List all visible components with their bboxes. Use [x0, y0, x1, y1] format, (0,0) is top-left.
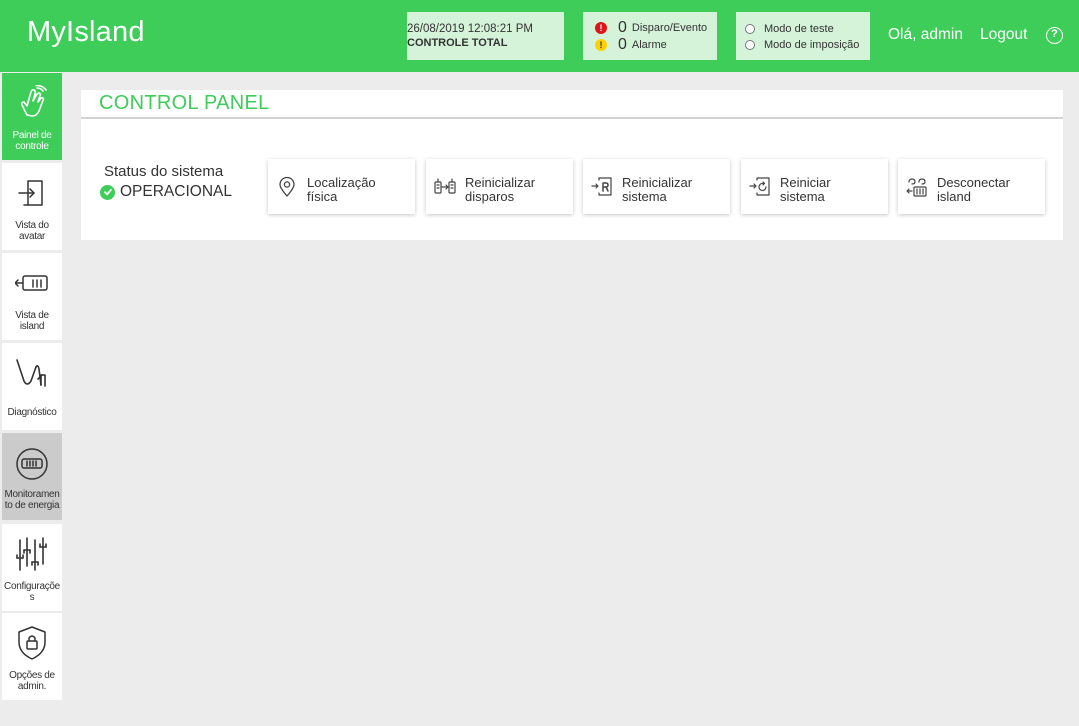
- top-header: MyIsland 26/08/2019 12:08:21 PM CONTROLE…: [0, 0, 1079, 72]
- test-mode-label: Modo de teste: [764, 23, 834, 35]
- alarm-label: Alarme: [631, 39, 667, 51]
- control-mode: CONTROLE TOTAL: [407, 37, 508, 49]
- trip-event-label: Disparo/Evento: [631, 22, 708, 34]
- sidebar-label-line1: Monitoramen: [4, 489, 60, 500]
- disconnect-island-button[interactable]: Desconectar island: [898, 159, 1045, 214]
- test-mode-radio[interactable]: [745, 24, 755, 34]
- force-mode-label: Modo de imposição: [764, 39, 860, 51]
- title-divider: [81, 117, 1063, 119]
- action-label: Reinicializar disparos: [465, 176, 569, 204]
- user-greeting: Olá, admin: [888, 26, 963, 43]
- alarm-row[interactable]: ! 0 Alarme: [595, 36, 667, 53]
- system-status-value: OPERACIONAL: [120, 183, 232, 200]
- action-label-line1: Reinicializar: [465, 175, 536, 190]
- action-label: Localização física: [307, 176, 411, 204]
- logout-link[interactable]: Logout: [980, 26, 1027, 44]
- sidebar-item-settings[interactable]: Configuraçõe s: [2, 524, 62, 611]
- sidebar-item-island-view[interactable]: Vista de island: [2, 253, 62, 340]
- sidebar-label-line1: Vista do: [15, 220, 49, 231]
- exclamation-red-icon: !: [595, 22, 607, 34]
- sidebar-label-line2: admin.: [17, 681, 47, 692]
- modes-box: Modo de teste Modo de imposição: [736, 12, 870, 60]
- location-pin-icon: [276, 176, 298, 198]
- sidebar-item-diagnostics[interactable]: Diagnóstico: [2, 343, 62, 430]
- action-label-line2: disparos: [465, 189, 515, 204]
- control-panel: CONTROL PANEL Status do sistema OPERACIO…: [81, 90, 1063, 240]
- events-box[interactable]: ! 0 Disparo/Evento ! 0 Alarme: [583, 12, 717, 60]
- sidebar-label-line1: Configuraçõe: [4, 581, 60, 592]
- current-datetime: 26/08/2019 12:08:21 PM: [407, 23, 533, 35]
- reset-system-button[interactable]: Reinicializar sistema: [583, 159, 730, 214]
- action-label-line2: sistema: [780, 189, 825, 204]
- stethoscope-icon: [15, 355, 49, 391]
- sidebar-label-line1: Diagnóstico: [7, 407, 57, 418]
- reset-trips-button[interactable]: Reinicializar disparos: [426, 159, 573, 214]
- check-circle-icon: [100, 184, 115, 200]
- shield-lock-icon: [15, 625, 49, 661]
- trip-event-row[interactable]: ! 0 Disparo/Evento: [595, 19, 708, 36]
- app-title: MyIsland: [27, 16, 145, 48]
- exclamation-yellow-icon: !: [595, 39, 607, 51]
- action-label: Desconectar island: [937, 176, 1041, 204]
- help-icon[interactable]: ?: [1046, 27, 1063, 44]
- sidebar-label-line1: Painel de: [12, 130, 52, 141]
- action-label-line2: física: [307, 189, 338, 204]
- sidebar-label-line2: s: [29, 592, 35, 603]
- sidebar-item-avatar-view[interactable]: Vista do avatar: [2, 163, 62, 250]
- system-status: OPERACIONAL: [100, 183, 232, 201]
- force-mode-radio[interactable]: [745, 40, 755, 50]
- reset-trips-icon: [434, 176, 456, 198]
- sidebar-label-line2: avatar: [19, 231, 45, 242]
- sidebar-label-line1: Vista de: [15, 310, 49, 321]
- sidebar-label-line2: island: [19, 321, 45, 332]
- action-label-line1: Desconectar: [937, 175, 1010, 190]
- action-label: Reinicializar sistema: [622, 176, 726, 204]
- action-label-line1: Localização: [307, 175, 376, 190]
- hand-pointer-icon: [15, 84, 49, 121]
- reset-system-icon: [591, 176, 613, 198]
- trip-event-count: 0: [618, 19, 627, 36]
- disconnect-island-icon: [906, 176, 928, 198]
- energy-meter-icon: [15, 445, 49, 481]
- island-module-icon: [14, 265, 49, 301]
- action-label-line2: sistema: [622, 189, 667, 204]
- datetime-box: 26/08/2019 12:08:21 PM CONTROLE TOTAL: [407, 12, 564, 60]
- action-label-line1: Reinicializar: [622, 175, 693, 190]
- page-title: CONTROL PANEL: [99, 92, 270, 114]
- sliders-icon: [15, 536, 49, 572]
- sidebar-item-control-panel[interactable]: Painel de controle: [2, 73, 62, 160]
- sidebar-label-line1: Opções de: [9, 670, 55, 681]
- action-label: Reiniciar sistema: [780, 176, 884, 204]
- restart-system-button[interactable]: Reiniciar sistema: [741, 159, 888, 214]
- action-label-line1: Reiniciar: [780, 175, 831, 190]
- sidebar-item-energy-monitoring[interactable]: Monitoramen to de energia: [2, 433, 62, 520]
- system-status-label: Status do sistema: [104, 163, 224, 180]
- enter-door-icon: [15, 175, 49, 211]
- sidebar-label-line2: controle: [15, 141, 49, 152]
- action-label-line2: island: [937, 189, 971, 204]
- force-mode-option[interactable]: Modo de imposição: [745, 38, 859, 52]
- test-mode-option[interactable]: Modo de teste: [745, 22, 834, 36]
- physical-location-button[interactable]: Localização física: [268, 159, 415, 214]
- restart-system-icon: [749, 176, 771, 198]
- sidebar-item-admin-options[interactable]: Opções de admin.: [2, 613, 62, 700]
- sidebar-label-line2: to de energia: [4, 500, 60, 511]
- alarm-count: 0: [618, 36, 627, 53]
